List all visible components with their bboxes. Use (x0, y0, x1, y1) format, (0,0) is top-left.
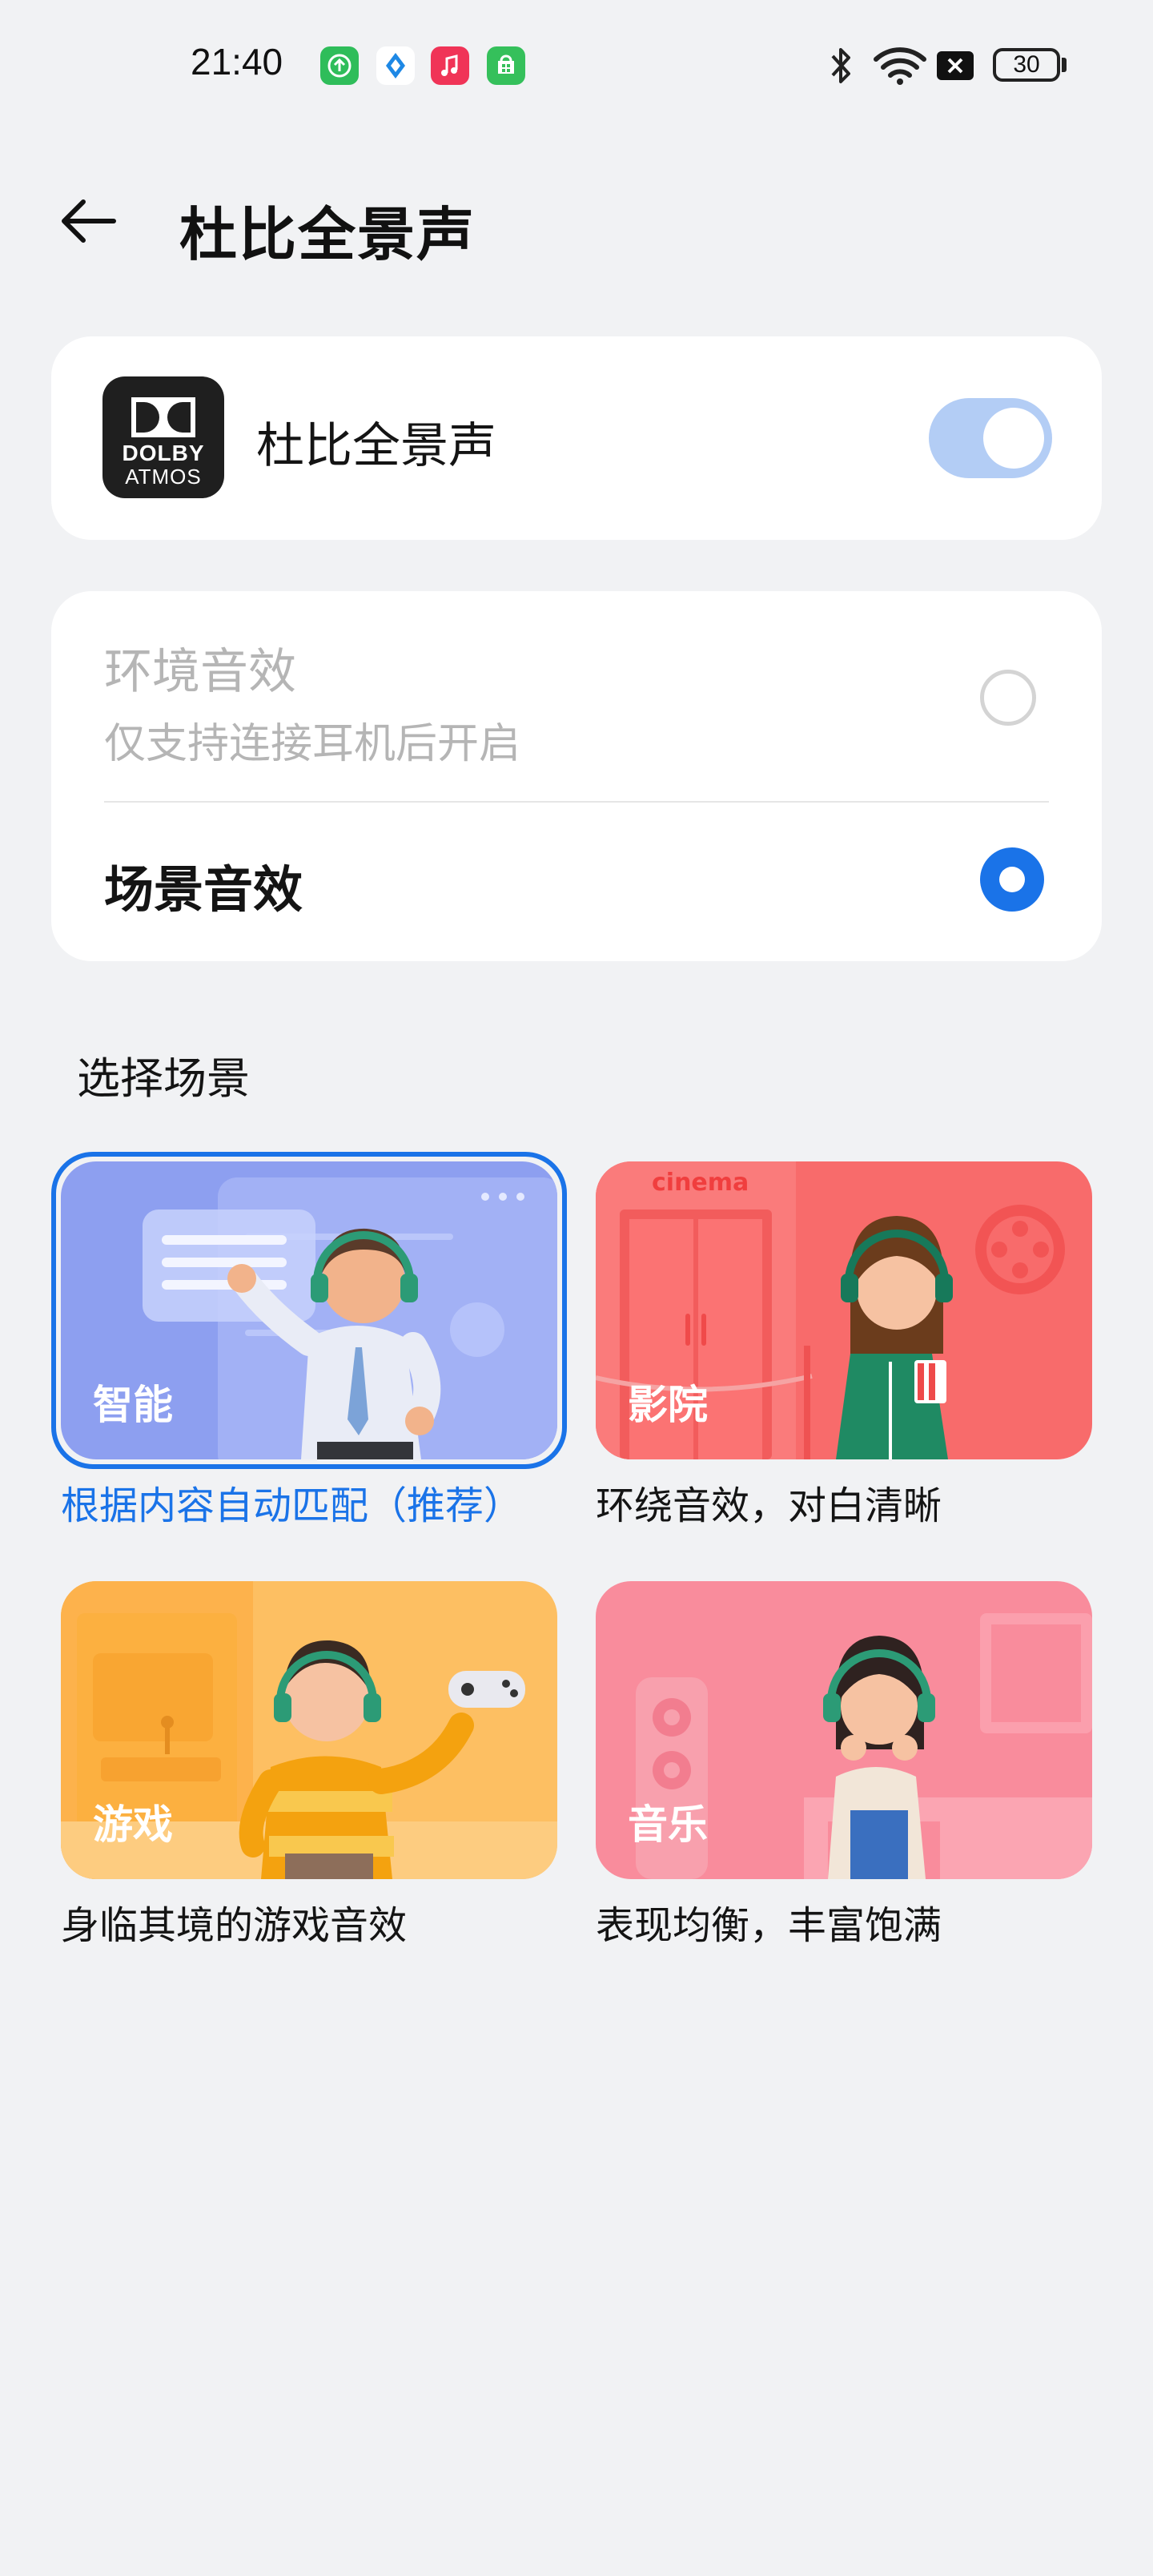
divider (104, 801, 1049, 803)
scene-name-game: 游戏 (93, 1801, 173, 1848)
cinema-sign-text: cinema (652, 1169, 749, 1197)
dolby-atmos-logo: DOLBY ATMOS (102, 376, 224, 498)
arrow-left-icon (62, 199, 116, 243)
dolby-atmos-label: 杜比全景声 (256, 418, 496, 474)
scene-effect-radio[interactable] (980, 847, 1044, 912)
status-time: 21:40 (191, 41, 283, 83)
scene-card-cinema[interactable]: cinema 影院 (596, 1161, 1092, 1459)
back-button[interactable] (56, 189, 120, 253)
scene-desc-cinema: 环绕音效，对白清晰 (596, 1483, 942, 1528)
status-bar: 21:40 30 (0, 0, 1153, 136)
scene-desc-game: 身临其境的游戏音效 (61, 1903, 408, 1948)
tag-app-icon (376, 46, 415, 85)
bluetooth-icon (831, 48, 850, 83)
ambient-effect-radio[interactable] (980, 670, 1036, 726)
dolby-double-d-icon (131, 397, 195, 437)
scene-effect-title: 场景音效 (104, 860, 303, 919)
scene-card-smart[interactable]: 智能 (61, 1161, 557, 1459)
wifi-icon (874, 47, 926, 85)
battery-tip (1062, 58, 1067, 72)
ambient-effect-title: 环境音效 (104, 644, 296, 700)
no-sim-icon (937, 51, 974, 80)
scene-name-smart: 智能 (93, 1382, 173, 1428)
dolby-logo-line2: ATMOS (125, 465, 202, 489)
store-app-icon (487, 46, 525, 85)
page-title: 杜比全景声 (179, 201, 476, 268)
scene-name-cinema: 影院 (628, 1382, 708, 1428)
music-app-icon (431, 46, 469, 85)
scene-desc-music: 表现均衡，丰富饱满 (596, 1903, 942, 1948)
toggle-knob (983, 408, 1044, 469)
scene-name-music: 音乐 (628, 1801, 708, 1848)
dolby-logo-line1: DOLBY (122, 441, 205, 465)
ambient-effect-subtitle: 仅支持连接耳机后开启 (104, 720, 521, 768)
sound-mode-card: 环境音效 仅支持连接耳机后开启 场景音效 (51, 591, 1102, 961)
scene-card-music[interactable]: 音乐 (596, 1581, 1092, 1879)
scene-card-game[interactable]: 游戏 (61, 1581, 557, 1879)
select-scene-label: 选择场景 (77, 1053, 250, 1104)
upload-app-icon (320, 46, 359, 85)
dolby-atmos-card: DOLBY ATMOS 杜比全景声 (51, 336, 1102, 540)
battery-icon: 30 (993, 48, 1060, 82)
dolby-atmos-toggle[interactable] (929, 398, 1052, 478)
scene-desc-smart: 根据内容自动匹配（推荐） (61, 1483, 523, 1528)
